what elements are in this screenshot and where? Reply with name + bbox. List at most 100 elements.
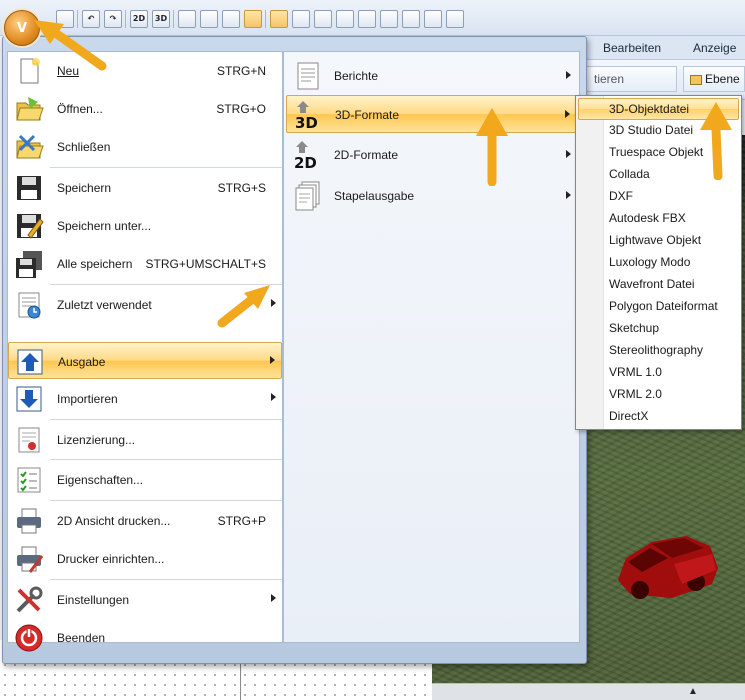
menu-item-ausgabe[interactable]: Ausgabe (8, 342, 282, 379)
format-item-sketchup[interactable]: Sketchup (578, 318, 739, 340)
resize-icon[interactable] (358, 10, 376, 28)
menu-item-shortcut: STRG+P (217, 514, 266, 528)
save-disk-icon (17, 176, 41, 200)
menu-item-label: Speichern (57, 181, 112, 195)
red-car-model (618, 536, 718, 599)
tab-bearbeiten[interactable]: Bearbeiten (603, 41, 661, 55)
format-item-lightwave[interactable]: Lightwave Objekt (578, 230, 739, 252)
layer-label: Ebene (705, 72, 740, 86)
submenu-item-stapelausgabe[interactable]: Stapelausgabe (286, 177, 579, 215)
printer-icon (17, 508, 41, 534)
submenu-arrow-icon (566, 71, 571, 79)
cursor-snap-icon[interactable] (270, 10, 288, 28)
submenu-arrow-icon (271, 594, 276, 602)
submenu-arrow-icon (270, 356, 275, 364)
menu-item-einstellungen[interactable]: Einstellungen (8, 581, 282, 618)
pointer-icon[interactable] (336, 10, 354, 28)
submenu-item-label: 3D-Formate (335, 108, 400, 122)
batch-output-icon (295, 181, 320, 211)
menu-separator (50, 459, 282, 460)
menu-item-label: Drucker einrichten... (57, 552, 165, 566)
menu-item-label: Alle speichern (57, 257, 133, 271)
submenu-item-2d-formate[interactable]: 2D 2D-Formate (286, 136, 579, 174)
vertical-split-icon[interactable] (200, 10, 218, 28)
svg-text:2D: 2D (294, 154, 317, 171)
menu-item-2d-ansicht-drucken[interactable]: 2D Ansicht drucken... STRG+P (8, 502, 282, 539)
toolbar-separator (125, 10, 126, 28)
menu-item-schliessen[interactable]: Schließen (8, 128, 282, 165)
3d-formats-icon: 3D (295, 101, 318, 131)
layer-icon (690, 74, 702, 85)
menu-item-label: Ausgabe (58, 355, 106, 369)
import-arrow-icon (16, 386, 42, 412)
menu-item-drucker-einrichten[interactable]: Drucker einrichten... (8, 540, 282, 577)
menu-item-speichern-unter[interactable]: Speichern unter... (8, 207, 282, 244)
menu-item-shortcut: STRG+S (217, 181, 266, 195)
power-exit-icon (15, 624, 43, 652)
grid-icon[interactable] (222, 10, 240, 28)
horizontal-split-icon[interactable] (178, 10, 196, 28)
corner-icon[interactable] (380, 10, 398, 28)
format-item-vrml-2[interactable]: VRML 2.0 (578, 384, 739, 406)
license-certificate-icon (18, 427, 40, 453)
corner-alt-icon[interactable] (402, 10, 420, 28)
application-menu-commands: Neu STRG+N Öffnen... STRG+O Schließen Sp… (7, 51, 283, 652)
annotation-arrow-orb (34, 20, 107, 71)
crosshair-icon[interactable] (314, 10, 332, 28)
menu-item-label: Zuletzt verwendet (57, 298, 152, 312)
menu-separator (50, 167, 282, 168)
menu-separator (50, 500, 282, 501)
submenu-item-label: Stapelausgabe (334, 189, 415, 203)
format-item-directx[interactable]: DirectX (578, 406, 739, 428)
format-item-modo[interactable]: Luxology Modo (578, 252, 739, 274)
tools-wrench-icon (16, 586, 43, 613)
view-2d-icon[interactable]: 2D (130, 10, 148, 28)
format-item-wavefront[interactable]: Wavefront Datei (578, 274, 739, 296)
format-item-fbx[interactable]: Autodesk FBX (578, 208, 739, 230)
copy-icon[interactable] (446, 10, 464, 28)
menu-item-label: Speichern unter... (57, 219, 152, 233)
save-all-icon (16, 251, 42, 278)
menu-item-label: 2D Ansicht drucken... (57, 514, 171, 528)
menu-item-speichern[interactable]: Speichern STRG+S (8, 169, 282, 206)
open-folder-icon (16, 97, 44, 121)
reports-icon (297, 62, 319, 90)
menu-item-shortcut: STRG+UMSCHALT+S (145, 257, 266, 271)
submenu-item-berichte[interactable]: Berichte (286, 57, 579, 95)
view-3d-icon[interactable]: 3D (152, 10, 170, 28)
eraser-icon[interactable] (424, 10, 442, 28)
magnet-icon[interactable] (244, 10, 262, 28)
properties-checklist-icon (17, 467, 41, 493)
toolbar-separator (265, 10, 266, 28)
viewport-scrollbar[interactable]: ▲ (432, 683, 745, 700)
output-submenu: Berichte 3D 3D-Formate 2D 2D-Formate Sta… (283, 51, 580, 643)
format-item-stereolithography[interactable]: Stereolithography (578, 340, 739, 362)
format-item-polygon[interactable]: Polygon Dateiformat (578, 296, 739, 318)
menu-item-shortcut: STRG+N (216, 64, 266, 78)
format-item-dxf[interactable]: DXF (578, 186, 739, 208)
submenu-item-3d-formate[interactable]: 3D 3D-Formate (286, 95, 579, 133)
columns-icon[interactable] (292, 10, 310, 28)
menu-item-lizenzierung[interactable]: Lizenzierung... (8, 421, 282, 458)
scroll-up-arrow-icon[interactable]: ▲ (688, 686, 698, 697)
menu-item-label: Lizenzierung... (57, 433, 136, 447)
menu-item-label: Öffnen... (57, 102, 103, 116)
tab-anzeige[interactable]: Anzeige (693, 41, 736, 55)
menu-item-beenden[interactable]: Beenden (8, 619, 282, 656)
menu-item-eigenschaften[interactable]: Eigenschaften... (8, 461, 282, 498)
menu-item-alle-speichern[interactable]: Alle speichern STRG+UMSCHALT+S (8, 245, 282, 282)
ribbon-button-partial[interactable]: tieren (585, 66, 677, 92)
submenu-item-label: 2D-Formate (334, 148, 399, 162)
submenu-item-label: Berichte (334, 69, 379, 83)
menu-item-oeffnen[interactable]: Öffnen... STRG+O (8, 90, 282, 127)
recent-documents-icon (18, 292, 41, 319)
submenu-arrow-icon (271, 393, 276, 401)
menu-item-importieren[interactable]: Importieren (8, 380, 282, 417)
menu-separator (50, 419, 282, 420)
menu-item-label: Importieren (57, 392, 118, 406)
menu-item-label: Eigenschaften... (57, 473, 144, 487)
save-as-icon (17, 214, 44, 239)
2d-formats-icon: 2D (294, 141, 317, 171)
format-item-vrml-1[interactable]: VRML 1.0 (578, 362, 739, 384)
ribbon-button-layer[interactable]: Ebene (683, 66, 745, 92)
